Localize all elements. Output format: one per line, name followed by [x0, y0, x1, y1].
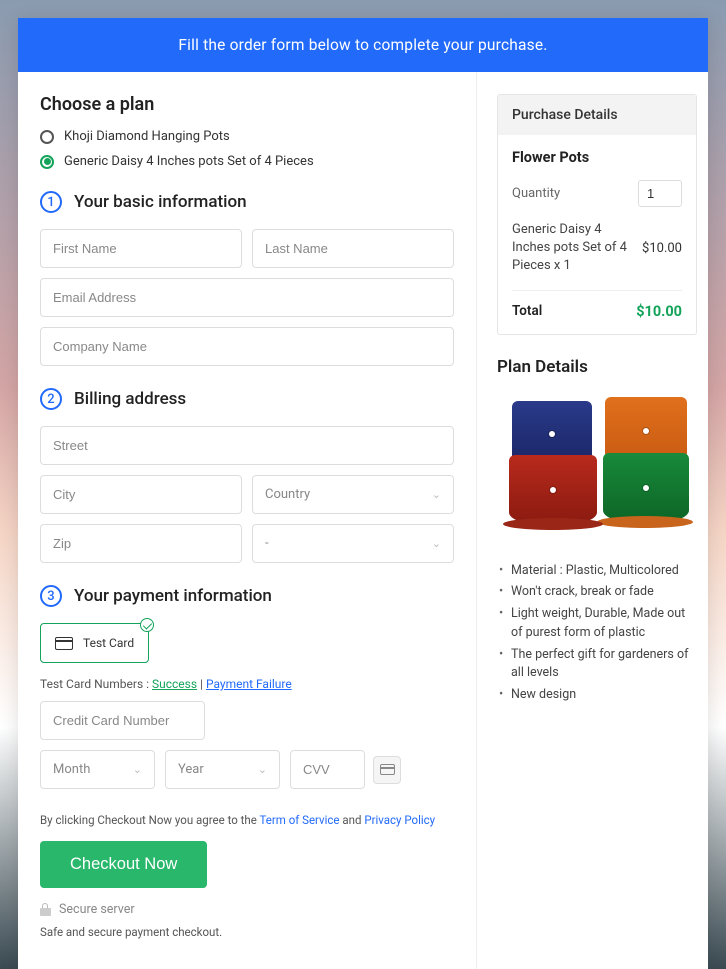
test-card-option[interactable]: Test Card	[40, 623, 149, 663]
select-placeholder: -	[265, 536, 269, 551]
plan-option-label: Khoji Diamond Hanging Pots	[64, 129, 230, 144]
cvv-card-icon	[373, 756, 401, 784]
choose-plan-heading: Choose a plan	[40, 94, 454, 115]
plan-details-heading: Plan Details	[497, 357, 697, 377]
checkout-button[interactable]: Checkout Now	[40, 841, 207, 888]
list-item: Won't crack, break or fade	[497, 583, 697, 602]
radio-icon	[40, 130, 54, 144]
purchase-line-item: Generic Daisy 4 Inches pots Set of 4 Pie…	[512, 221, 642, 276]
purchase-details-heading: Purchase Details	[498, 95, 696, 135]
step-number-icon: 3	[40, 585, 62, 607]
quantity-label: Quantity	[512, 186, 560, 201]
list-item: New design	[497, 686, 697, 705]
email-input[interactable]	[40, 278, 454, 317]
last-name-input[interactable]	[252, 229, 454, 268]
purchase-details-box: Purchase Details Flower Pots Quantity Ge…	[497, 94, 697, 335]
chevron-down-icon: ⌄	[432, 537, 441, 550]
expiry-year-select[interactable]: Year ⌄	[165, 750, 280, 789]
radio-icon	[40, 155, 54, 169]
plan-option-generic-daisy[interactable]: Generic Daisy 4 Inches pots Set of 4 Pie…	[40, 154, 454, 169]
street-input[interactable]	[40, 426, 454, 465]
card-option-label: Test Card	[83, 636, 134, 650]
state-select[interactable]: - ⌄	[252, 524, 454, 563]
terms-of-service-link[interactable]: Term of Service	[259, 813, 339, 827]
check-badge-icon	[140, 618, 154, 632]
expiry-month-select[interactable]: Month ⌄	[40, 750, 155, 789]
select-placeholder: Year	[178, 762, 204, 777]
test-card-numbers-line: Test Card Numbers : Success | Payment Fa…	[40, 677, 454, 691]
country-select[interactable]: Country ⌄	[252, 475, 454, 514]
purchase-product-title: Flower Pots	[512, 149, 682, 166]
select-placeholder: Month	[53, 762, 90, 777]
section-title: Billing address	[74, 389, 186, 409]
section-payment-header: 3 Your payment information	[40, 585, 454, 607]
cvv-input[interactable]	[290, 750, 365, 789]
credit-card-icon	[55, 637, 73, 650]
order-banner: Fill the order form below to complete yo…	[18, 18, 708, 72]
total-value: $10.00	[636, 303, 682, 320]
chevron-down-icon: ⌄	[258, 763, 267, 776]
section-title: Your basic information	[74, 192, 247, 212]
credit-card-number-input[interactable]	[40, 701, 205, 740]
chevron-down-icon: ⌄	[432, 488, 441, 501]
section-title: Your payment information	[74, 586, 272, 606]
secure-subtext: Safe and secure payment checkout.	[40, 925, 454, 939]
lock-icon	[40, 903, 51, 916]
test-success-link[interactable]: Success	[152, 677, 197, 691]
section-basic-info-header: 1 Your basic information	[40, 191, 454, 213]
list-item: Light weight, Durable, Made out of pures…	[497, 605, 697, 643]
list-item: Material : Plastic, Multicolored	[497, 562, 697, 581]
privacy-policy-link[interactable]: Privacy Policy	[364, 813, 435, 827]
select-placeholder: Country	[265, 487, 310, 502]
plan-option-label: Generic Daisy 4 Inches pots Set of 4 Pie…	[64, 154, 314, 169]
quantity-input[interactable]	[638, 180, 682, 207]
plan-option-khoji[interactable]: Khoji Diamond Hanging Pots	[40, 129, 454, 144]
form-column: Choose a plan Khoji Diamond Hanging Pots…	[18, 72, 477, 969]
test-failure-link[interactable]: Payment Failure	[206, 677, 292, 691]
company-input[interactable]	[40, 327, 454, 366]
city-input[interactable]	[40, 475, 242, 514]
list-item: The perfect gift for gardeners of all le…	[497, 646, 697, 684]
first-name-input[interactable]	[40, 229, 242, 268]
chevron-down-icon: ⌄	[133, 763, 142, 776]
summary-column: Purchase Details Flower Pots Quantity Ge…	[477, 72, 717, 969]
section-billing-header: 2 Billing address	[40, 388, 454, 410]
step-number-icon: 2	[40, 388, 62, 410]
zip-input[interactable]	[40, 524, 242, 563]
agreement-text: By clicking Checkout Now you agree to th…	[40, 813, 454, 827]
total-label: Total	[512, 303, 542, 319]
plan-details-list: Material : Plastic, Multicolored Won't c…	[497, 562, 697, 705]
step-number-icon: 1	[40, 191, 62, 213]
purchase-line-price: $10.00	[642, 241, 682, 256]
product-image	[497, 393, 697, 548]
secure-server-line: Secure server	[40, 902, 454, 917]
